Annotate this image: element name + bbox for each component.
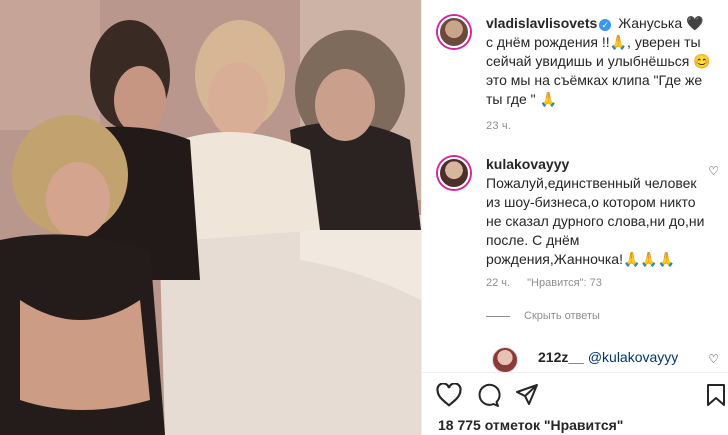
share-icon[interactable]: [514, 383, 540, 407]
comment-time[interactable]: 22 ч.: [486, 277, 510, 289]
hide-replies-button[interactable]: Скрыть ответы: [524, 310, 600, 322]
post-caption: vladislavlisovets ✓ Жануська 🖤 с днём рож…: [486, 14, 712, 109]
author-avatar[interactable]: [438, 16, 470, 48]
commenter-username[interactable]: kulakovayyy: [486, 156, 569, 172]
post-actions: 18 775 отметок "Нравится": [422, 372, 728, 435]
comment-text: Пожалуй,единственный человек из шоу-бизн…: [486, 175, 705, 267]
post-time[interactable]: 23 ч.: [486, 120, 511, 132]
author-username[interactable]: vladislavlisovets: [486, 15, 597, 31]
post-photo[interactable]: [0, 0, 421, 435]
comment-icon[interactable]: [475, 383, 501, 407]
comment-meta: 22 ч. "Нравится": 73: [486, 277, 602, 289]
bookmark-icon[interactable]: [706, 383, 726, 407]
comment-body: kulakovayyy Пожалуй,единственный человек…: [486, 155, 708, 269]
comment-like-heart-icon[interactable]: ♡: [708, 164, 719, 178]
reply-like-heart-icon[interactable]: ♡: [708, 352, 719, 366]
commenter-avatar[interactable]: [438, 157, 470, 189]
reply-body: 212z__ @kulakovayyy: [538, 349, 678, 365]
heart-icon[interactable]: [436, 383, 462, 407]
comment-likes[interactable]: "Нравится": 73: [527, 277, 602, 289]
reply-mention[interactable]: @kulakovayyy: [588, 349, 678, 365]
verified-badge-icon: ✓: [599, 19, 612, 31]
photo-illustration: [0, 0, 421, 435]
post-sidebar: vladislavlisovets ✓ Жануська 🖤 с днём рож…: [421, 0, 728, 435]
replies-divider: [486, 316, 510, 317]
reply-avatar[interactable]: [492, 347, 518, 373]
reply-username[interactable]: 212z__: [538, 349, 584, 365]
likes-count[interactable]: 18 775 отметок "Нравится": [438, 417, 623, 433]
